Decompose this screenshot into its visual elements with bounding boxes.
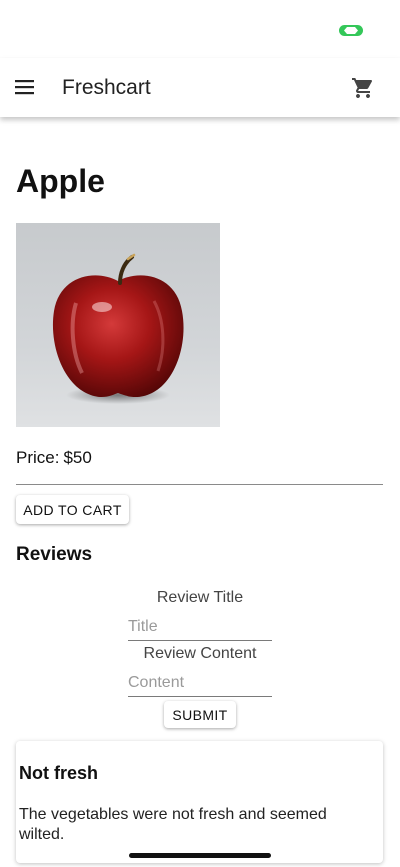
home-indicator[interactable]	[129, 853, 271, 858]
review-content-label: Review Content	[143, 645, 257, 662]
app-bar: Freshcart	[0, 58, 400, 117]
review-content-input[interactable]	[128, 670, 272, 697]
review-content: The vegetables were not fresh and seemed…	[19, 806, 327, 843]
review-card: Not fresh The vegetables were not fresh …	[16, 741, 383, 863]
price-label: Price:	[16, 448, 60, 467]
app-title: Freshcart	[62, 76, 151, 99]
add-to-cart-button[interactable]: ADD TO CART	[16, 495, 129, 524]
divider	[16, 484, 383, 485]
product-title: Apple	[16, 163, 105, 199]
status-indicator-icon	[339, 25, 363, 36]
review-title: Not fresh	[19, 763, 99, 783]
menu-button[interactable]	[10, 72, 40, 102]
cart-button[interactable]	[348, 73, 378, 103]
review-title-input[interactable]	[128, 614, 272, 641]
price-value: $50	[63, 448, 92, 467]
reviews-heading: Reviews	[16, 544, 93, 565]
review-title-label: Review Title	[156, 589, 244, 606]
status-bar	[0, 0, 400, 58]
hamburger-menu-icon	[15, 80, 34, 95]
submit-review-button[interactable]: SUBMIT	[164, 701, 236, 728]
price: Price: $50	[16, 448, 92, 468]
shopping-cart-icon	[352, 78, 373, 98]
apple-product-image	[16, 223, 220, 427]
